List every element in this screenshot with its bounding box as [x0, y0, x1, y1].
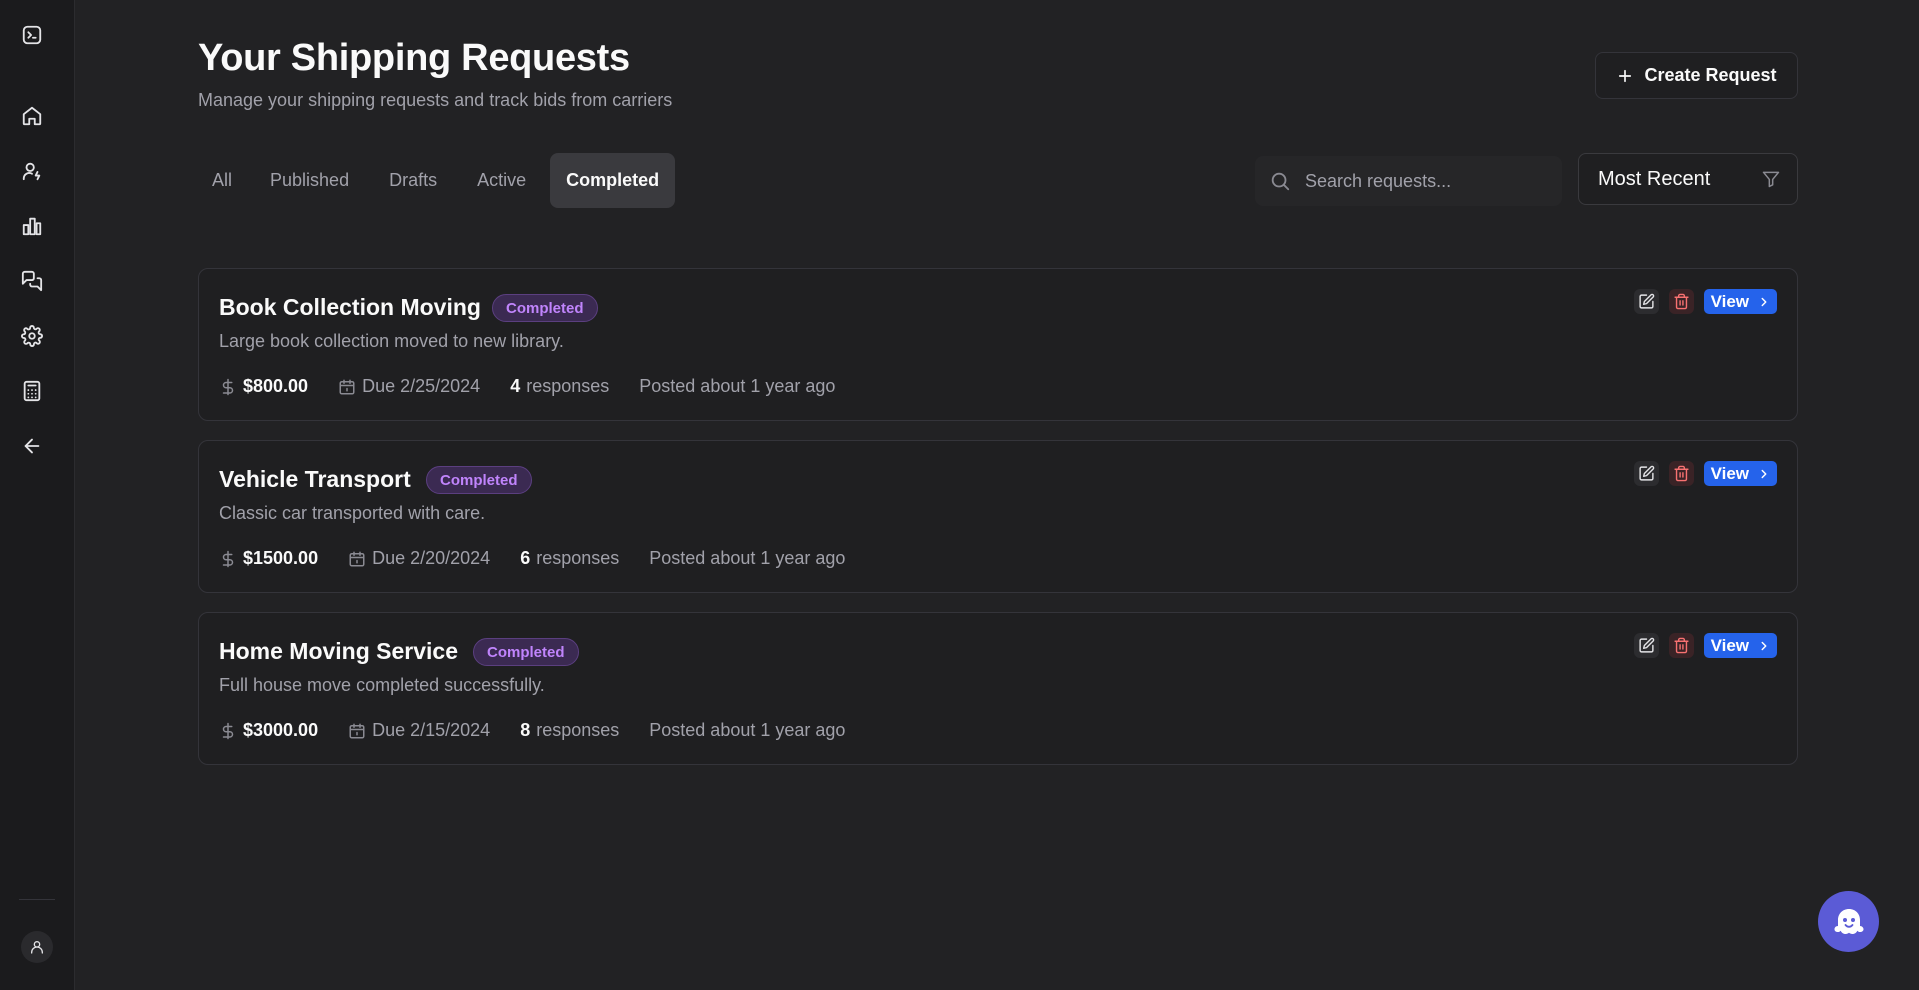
- responses-count: 8: [520, 720, 531, 740]
- view-button[interactable]: View: [1703, 461, 1777, 486]
- edit-icon: [1638, 637, 1654, 653]
- terminal-icon[interactable]: [17, 20, 47, 50]
- chart-icon[interactable]: [17, 211, 47, 241]
- calendar-icon: [339, 379, 355, 394]
- sort-select[interactable]: Most Recent: [1578, 153, 1798, 205]
- request-description: Full house move completed successfully.: [219, 675, 545, 695]
- card-actions: View: [1633, 289, 1777, 314]
- sidebar: [0, 0, 75, 990]
- arrow-left-icon[interactable]: [17, 431, 47, 461]
- filter-icon: [1762, 171, 1780, 188]
- chat-assistant-button[interactable]: [1818, 891, 1879, 952]
- responses-label: responses: [536, 548, 620, 568]
- request-card: Book Collection Moving Completed Large b…: [198, 268, 1798, 421]
- view-button[interactable]: View: [1703, 289, 1777, 314]
- status-badge: Completed: [426, 466, 532, 494]
- posted-time: Posted about 1 year ago: [649, 548, 846, 568]
- search-icon: [1271, 172, 1290, 191]
- home-icon[interactable]: [17, 101, 47, 131]
- create-request-label: Create Request: [1644, 65, 1777, 85]
- view-label: View: [1710, 291, 1749, 311]
- user-icon[interactable]: [17, 156, 47, 186]
- chevron-right-icon: [1761, 641, 1767, 650]
- trash-icon: [1673, 637, 1689, 654]
- request-due-date: Due 2/20/2024: [372, 548, 491, 568]
- page-subtitle: Manage your shipping requests and track …: [198, 90, 673, 110]
- request-price: $800.00: [243, 376, 309, 396]
- ghost-icon: [1834, 908, 1863, 934]
- card-actions: View: [1633, 633, 1777, 658]
- tab-published[interactable]: Published: [254, 153, 365, 208]
- tab-completed[interactable]: Completed: [550, 153, 676, 208]
- responses-label: responses: [536, 720, 620, 740]
- chevron-right-icon: [1761, 469, 1767, 478]
- request-meta: $3000.00 Due 2/15/2024 8 responses Poste…: [219, 720, 845, 741]
- request-due-date: Due 2/25/2024: [362, 376, 481, 396]
- request-due-date: Due 2/15/2024: [372, 720, 491, 740]
- view-label: View: [1710, 463, 1749, 483]
- messages-icon[interactable]: [17, 266, 47, 296]
- chevron-right-icon: [1761, 297, 1767, 306]
- request-price: $1500.00: [243, 548, 319, 568]
- view-label: View: [1710, 635, 1749, 655]
- responses-count: 6: [520, 548, 531, 568]
- request-card: Vehicle Transport Completed Classic car …: [198, 440, 1798, 593]
- tab-all[interactable]: All: [198, 153, 246, 208]
- status-badge: Completed: [473, 638, 579, 666]
- search-box: [1255, 156, 1562, 206]
- dollar-icon: [222, 378, 234, 395]
- responses-label: responses: [526, 376, 610, 396]
- request-description: Classic car transported with care.: [219, 503, 486, 523]
- edit-button[interactable]: [1633, 633, 1659, 658]
- trash-icon: [1673, 465, 1689, 482]
- delete-button[interactable]: [1668, 461, 1694, 486]
- posted-time: Posted about 1 year ago: [649, 720, 846, 740]
- responses-count: 4: [510, 376, 521, 396]
- settings-icon[interactable]: [17, 321, 47, 351]
- edit-icon: [1638, 465, 1654, 481]
- calculator-icon[interactable]: [17, 376, 47, 406]
- request-title: Vehicle Transport: [219, 466, 411, 492]
- dollar-icon: [222, 722, 234, 739]
- request-card: Home Moving Service Completed Full house…: [198, 612, 1798, 765]
- sidebar-divider: [19, 899, 55, 900]
- page-title: Your Shipping Requests: [198, 37, 630, 79]
- status-tabs: All Published Drafts Active Completed: [198, 153, 683, 208]
- request-description: Large book collection moved to new libra…: [219, 331, 564, 351]
- tab-active[interactable]: Active: [461, 153, 542, 208]
- request-price: $3000.00: [243, 720, 319, 740]
- request-title: Home Moving Service: [219, 638, 459, 664]
- sort-selected-value: Most Recent: [1598, 167, 1711, 190]
- status-badge: Completed: [492, 294, 598, 322]
- request-title: Book Collection Moving: [219, 294, 481, 320]
- create-request-button[interactable]: Create Request: [1595, 52, 1798, 99]
- delete-button[interactable]: [1668, 289, 1694, 314]
- user-avatar-icon: [31, 941, 43, 954]
- view-button[interactable]: View: [1703, 633, 1777, 658]
- edit-button[interactable]: [1633, 461, 1659, 486]
- calendar-icon: [349, 723, 365, 738]
- request-meta: $800.00 Due 2/25/2024 4 responses Posted…: [219, 376, 835, 397]
- plus-icon: [1619, 69, 1632, 82]
- search-input[interactable]: [1305, 170, 1545, 192]
- delete-button[interactable]: [1668, 633, 1694, 658]
- edit-button[interactable]: [1633, 289, 1659, 314]
- edit-icon: [1638, 293, 1654, 309]
- tab-drafts[interactable]: Drafts: [373, 153, 453, 208]
- card-actions: View: [1633, 461, 1777, 486]
- avatar[interactable]: [21, 931, 53, 963]
- dollar-icon: [222, 550, 234, 567]
- trash-icon: [1673, 293, 1689, 310]
- posted-time: Posted about 1 year ago: [639, 376, 836, 396]
- calendar-icon: [349, 551, 365, 566]
- request-meta: $1500.00 Due 2/20/2024 6 responses Poste…: [219, 548, 845, 569]
